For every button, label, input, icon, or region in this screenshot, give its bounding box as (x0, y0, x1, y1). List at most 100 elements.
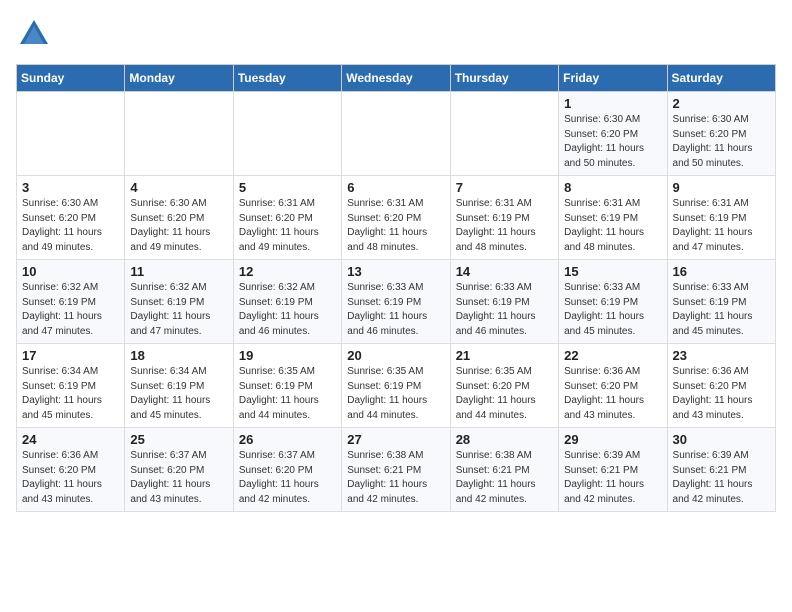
day-info: Sunrise: 6:30 AM Sunset: 6:20 PM Dayligh… (130, 197, 227, 255)
day-header-tuesday: Tuesday (233, 65, 341, 92)
calendar-week-2: 10 Sunrise: 6:32 AM Sunset: 6:19 PM Dayli… (17, 260, 776, 344)
day-header-thursday: Thursday (450, 65, 558, 92)
day-info: Sunrise: 6:30 AM Sunset: 6:20 PM Dayligh… (673, 113, 770, 171)
calendar-cell: 27Sunrise: 6:38 AM Sunset: 6:21 PM Dayli… (342, 428, 450, 512)
calendar-cell: 6 Sunrise: 6:31 AM Sunset: 6:20 PM Daylig… (342, 176, 450, 260)
day-info: Sunrise: 6:32 AM Sunset: 6:19 PM Dayligh… (130, 281, 227, 339)
day-info: Sunrise: 6:39 AM Sunset: 6:21 PM Dayligh… (564, 449, 661, 507)
calendar-cell: 13 Sunrise: 6:33 AM Sunset: 6:19 PM Dayli… (342, 260, 450, 344)
calendar-cell (450, 92, 558, 176)
day-header-wednesday: Wednesday (342, 65, 450, 92)
calendar-cell: 26 Sunrise: 6:37 AM Sunset: 6:20 PM Dayli… (233, 428, 341, 512)
day-info: Sunrise: 6:34 AM Sunset: 6:19 PM Dayligh… (22, 365, 119, 423)
day-number: 26 (239, 432, 336, 447)
day-number: 17 (22, 348, 119, 363)
day-number: 25 (130, 432, 227, 447)
calendar-cell: 24 Sunrise: 6:36 AM Sunset: 6:20 PM Dayli… (17, 428, 125, 512)
calendar-cell: 16Sunrise: 6:33 AM Sunset: 6:19 PM Dayli… (667, 260, 775, 344)
day-number: 22 (564, 348, 661, 363)
calendar-cell: 3 Sunrise: 6:30 AM Sunset: 6:20 PM Daylig… (17, 176, 125, 260)
day-header-sunday: Sunday (17, 65, 125, 92)
day-info: Sunrise: 6:35 AM Sunset: 6:19 PM Dayligh… (239, 365, 336, 423)
calendar-cell: 20 Sunrise: 6:35 AM Sunset: 6:19 PM Dayli… (342, 344, 450, 428)
calendar-cell: 2 Sunrise: 6:30 AM Sunset: 6:20 PM Daylig… (667, 92, 775, 176)
day-number: 16 (673, 264, 770, 279)
day-info: Sunrise: 6:39 AM Sunset: 6:21 PM Dayligh… (673, 449, 770, 507)
day-number: 11 (130, 264, 227, 279)
calendar-week-3: 17 Sunrise: 6:34 AM Sunset: 6:19 PM Dayli… (17, 344, 776, 428)
day-number: 15 (564, 264, 661, 279)
calendar-cell: 30 Sunrise: 6:39 AM Sunset: 6:21 PM Dayli… (667, 428, 775, 512)
day-info: Sunrise: 6:36 AM Sunset: 6:20 PM Dayligh… (564, 365, 661, 423)
calendar-cell: 11 Sunrise: 6:32 AM Sunset: 6:19 PM Dayli… (125, 260, 233, 344)
day-info: Sunrise: 6:30 AM Sunset: 6:20 PM Dayligh… (22, 197, 119, 255)
calendar-cell: 21 Sunrise: 6:35 AM Sunset: 6:20 PM Dayli… (450, 344, 558, 428)
logo-icon (16, 16, 52, 52)
day-number: 13 (347, 264, 444, 279)
calendar-cell: 1 Sunrise: 6:30 AM Sunset: 6:20 PM Daylig… (559, 92, 667, 176)
day-number: 29 (564, 432, 661, 447)
day-number: 2 (673, 96, 770, 111)
day-info: Sunrise: 6:37 AM Sunset: 6:20 PM Dayligh… (239, 449, 336, 507)
calendar-cell: 5 Sunrise: 6:31 AM Sunset: 6:20 PM Daylig… (233, 176, 341, 260)
day-info: Sunrise: 6:32 AM Sunset: 6:19 PM Dayligh… (239, 281, 336, 339)
day-number: 19 (239, 348, 336, 363)
calendar-cell: 29 Sunrise: 6:39 AM Sunset: 6:21 PM Dayli… (559, 428, 667, 512)
day-number: 1 (564, 96, 661, 111)
calendar-body: 1 Sunrise: 6:30 AM Sunset: 6:20 PM Daylig… (17, 92, 776, 512)
day-info: Sunrise: 6:31 AM Sunset: 6:19 PM Dayligh… (456, 197, 553, 255)
day-info: Sunrise: 6:38 AM Sunset: 6:21 PM Dayligh… (456, 449, 553, 507)
calendar-cell: 25 Sunrise: 6:37 AM Sunset: 6:20 PM Dayli… (125, 428, 233, 512)
calendar-cell: 14Sunrise: 6:33 AM Sunset: 6:19 PM Dayli… (450, 260, 558, 344)
day-number: 20 (347, 348, 444, 363)
calendar-cell: 8Sunrise: 6:31 AM Sunset: 6:19 PM Daylig… (559, 176, 667, 260)
calendar-cell: 22 Sunrise: 6:36 AM Sunset: 6:20 PM Dayli… (559, 344, 667, 428)
day-info: Sunrise: 6:32 AM Sunset: 6:19 PM Dayligh… (22, 281, 119, 339)
day-info: Sunrise: 6:35 AM Sunset: 6:19 PM Dayligh… (347, 365, 444, 423)
day-number: 21 (456, 348, 553, 363)
day-number: 6 (347, 180, 444, 195)
day-number: 4 (130, 180, 227, 195)
day-info: Sunrise: 6:33 AM Sunset: 6:19 PM Dayligh… (564, 281, 661, 339)
day-info: Sunrise: 6:33 AM Sunset: 6:19 PM Dayligh… (347, 281, 444, 339)
day-number: 24 (22, 432, 119, 447)
day-number: 30 (673, 432, 770, 447)
day-info: Sunrise: 6:37 AM Sunset: 6:20 PM Dayligh… (130, 449, 227, 507)
day-number: 7 (456, 180, 553, 195)
calendar-cell: 10 Sunrise: 6:32 AM Sunset: 6:19 PM Dayli… (17, 260, 125, 344)
day-info: Sunrise: 6:36 AM Sunset: 6:20 PM Dayligh… (673, 365, 770, 423)
day-info: Sunrise: 6:35 AM Sunset: 6:20 PM Dayligh… (456, 365, 553, 423)
day-number: 12 (239, 264, 336, 279)
calendar-cell: 18 Sunrise: 6:34 AM Sunset: 6:19 PM Dayli… (125, 344, 233, 428)
day-number: 9 (673, 180, 770, 195)
day-info: Sunrise: 6:34 AM Sunset: 6:19 PM Dayligh… (130, 365, 227, 423)
day-header-friday: Friday (559, 65, 667, 92)
day-info: Sunrise: 6:31 AM Sunset: 6:20 PM Dayligh… (347, 197, 444, 255)
logo (16, 16, 58, 52)
calendar-header-row: SundayMondayTuesdayWednesdayThursdayFrid… (17, 65, 776, 92)
calendar-cell: 9Sunrise: 6:31 AM Sunset: 6:19 PM Daylig… (667, 176, 775, 260)
day-info: Sunrise: 6:36 AM Sunset: 6:20 PM Dayligh… (22, 449, 119, 507)
calendar-cell: 28Sunrise: 6:38 AM Sunset: 6:21 PM Dayli… (450, 428, 558, 512)
day-number: 10 (22, 264, 119, 279)
day-number: 18 (130, 348, 227, 363)
calendar-cell: 19 Sunrise: 6:35 AM Sunset: 6:19 PM Dayli… (233, 344, 341, 428)
day-number: 3 (22, 180, 119, 195)
day-info: Sunrise: 6:33 AM Sunset: 6:19 PM Dayligh… (456, 281, 553, 339)
day-info: Sunrise: 6:38 AM Sunset: 6:21 PM Dayligh… (347, 449, 444, 507)
day-info: Sunrise: 6:30 AM Sunset: 6:20 PM Dayligh… (564, 113, 661, 171)
day-number: 5 (239, 180, 336, 195)
calendar-week-0: 1 Sunrise: 6:30 AM Sunset: 6:20 PM Daylig… (17, 92, 776, 176)
calendar-cell: 17 Sunrise: 6:34 AM Sunset: 6:19 PM Dayli… (17, 344, 125, 428)
calendar-cell (17, 92, 125, 176)
calendar-cell: 4 Sunrise: 6:30 AM Sunset: 6:20 PM Daylig… (125, 176, 233, 260)
calendar-table: SundayMondayTuesdayWednesdayThursdayFrid… (16, 64, 776, 512)
calendar-cell: 15 Sunrise: 6:33 AM Sunset: 6:19 PM Dayli… (559, 260, 667, 344)
calendar-cell (342, 92, 450, 176)
day-info: Sunrise: 6:31 AM Sunset: 6:20 PM Dayligh… (239, 197, 336, 255)
calendar-cell (233, 92, 341, 176)
calendar-week-1: 3 Sunrise: 6:30 AM Sunset: 6:20 PM Daylig… (17, 176, 776, 260)
calendar-cell: 12 Sunrise: 6:32 AM Sunset: 6:19 PM Dayli… (233, 260, 341, 344)
calendar-cell (125, 92, 233, 176)
calendar-week-4: 24 Sunrise: 6:36 AM Sunset: 6:20 PM Dayli… (17, 428, 776, 512)
